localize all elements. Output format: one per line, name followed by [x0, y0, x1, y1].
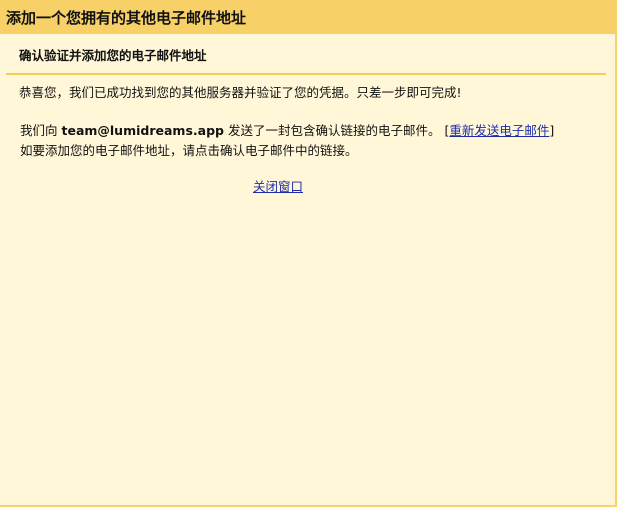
email-notice-suffix: 发送了一封包含确认链接的电子邮件。	[223, 123, 441, 138]
success-message: 恭喜您，我们已成功找到您的其他服务器并验证了您的凭据。只差一步即可完成!	[19, 85, 462, 100]
resend-bracket-close: ]	[549, 123, 555, 138]
add-email-dialog: 添加一个您拥有的其他电子邮件地址 确认验证并添加您的电子邮件地址 恭喜您，我们已…	[0, 0, 617, 507]
email-notice-prefix: 我们向	[20, 123, 62, 138]
dialog-title: 添加一个您拥有的其他电子邮件地址	[6, 8, 247, 27]
email-address: team@lumidreams.app	[61, 123, 224, 138]
email-confirmation-info: 我们向 team@lumidreams.app 发送了一封包含确认链接的电子邮件…	[20, 121, 605, 161]
dialog-title-bar: 添加一个您拥有的其他电子邮件地址	[0, 0, 615, 34]
confirmation-section-header: 确认验证并添加您的电子邮件地址	[6, 35, 606, 75]
close-window-link[interactable]: 关闭窗口	[253, 179, 303, 194]
email-sent-line: 我们向 team@lumidreams.app 发送了一封包含确认链接的电子邮件…	[20, 121, 605, 141]
resend-email-link[interactable]: 重新发送电子邮件	[449, 123, 549, 138]
email-instruction: 如要添加您的电子邮件地址，请点击确认电子邮件中的链接。	[20, 143, 358, 158]
close-link-container: 关闭窗口	[0, 178, 556, 196]
section-title: 确认验证并添加您的电子邮件地址	[19, 47, 207, 63]
